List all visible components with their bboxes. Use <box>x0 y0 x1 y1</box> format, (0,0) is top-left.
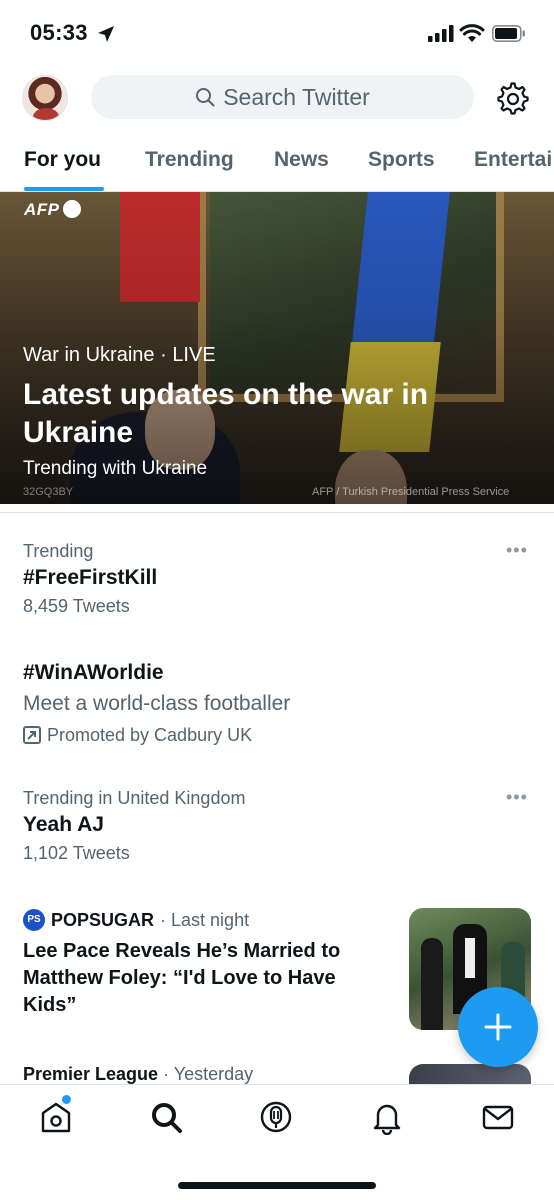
promoted-trend-item[interactable]: #WinAWorldie Meet a world-class football… <box>23 658 523 750</box>
search-placeholder: Search Twitter <box>223 83 370 110</box>
tab-news[interactable]: News <box>274 148 329 172</box>
trend-more-button[interactable]: ••• <box>506 787 528 808</box>
next-news-time: · Yesterday <box>163 1064 254 1084</box>
hero-photo-credit: AFP / Turkish Presidential Press Service <box>312 486 510 498</box>
status-time: 05:33 <box>30 20 88 45</box>
home-icon[interactable] <box>38 1099 74 1135</box>
notifications-bell-icon[interactable] <box>369 1099 405 1135</box>
home-notification-dot <box>62 1095 71 1104</box>
trend-name: Yeah AJ <box>23 813 104 836</box>
trend-count: 8,459 Tweets <box>23 596 130 616</box>
trend-more-button[interactable]: ••• <box>506 540 528 561</box>
news-time: · Last night <box>160 910 250 930</box>
battery-icon <box>492 25 525 42</box>
trend-item[interactable]: Trending #FreeFirstKill 8,459 Tweets <box>23 539 523 619</box>
spaces-icon[interactable] <box>258 1099 294 1135</box>
hero-live-label: LIVE <box>172 344 216 366</box>
explore-search-icon[interactable] <box>148 1099 184 1135</box>
wifi-icon <box>459 24 485 42</box>
bottom-tab-bar <box>0 1084 554 1200</box>
search-bar[interactable]: Search Twitter <box>91 75 474 119</box>
gear-icon[interactable] <box>496 82 530 116</box>
messages-mail-icon[interactable] <box>480 1099 516 1135</box>
top-header: Search Twitter <box>0 72 554 124</box>
tab-trending[interactable]: Trending <box>145 148 234 172</box>
trend-name: #WinAWorldie <box>23 661 164 684</box>
trend-name: #FreeFirstKill <box>23 566 158 589</box>
hero-event-card[interactable]: AFP War in Ukraine · LIVE Latest updates… <box>0 192 554 504</box>
news-title: Lee Pace Reveals He’s Married to Matthew… <box>23 940 341 1016</box>
next-news-thumbnail <box>409 1064 531 1084</box>
trend-item[interactable]: Trending in United Kingdom Yeah AJ 1,102… <box>23 786 523 866</box>
hero-photo-code: 32GQ3BY <box>23 486 74 498</box>
hero-kicker: War in Ukraine · LIVE <box>23 344 216 367</box>
location-arrow-icon <box>98 26 114 42</box>
trend-context: Trending <box>23 541 94 561</box>
next-news-peek[interactable]: Premier League · Yesterday <box>23 1064 253 1085</box>
news-item[interactable]: PS POPSUGAR · Last night Lee Pace Reveal… <box>23 906 393 1019</box>
avatar[interactable] <box>22 75 68 121</box>
source-logo: PS <box>23 909 45 931</box>
news-source: POPSUGAR <box>51 910 155 930</box>
trend-context: Trending in United Kingdom <box>23 788 246 808</box>
next-news-source: Premier League <box>23 1064 159 1084</box>
promoted-icon <box>23 726 41 744</box>
compose-plus-icon <box>484 1013 512 1041</box>
trend-description: Meet a world-class footballer <box>23 692 291 715</box>
tab-sports[interactable]: Sports <box>368 148 435 172</box>
hero-trending-with: Trending with Ukraine <box>23 458 208 479</box>
signal-icon <box>428 25 454 42</box>
explore-tabs: For you Trending News Sports Entertai <box>0 134 554 192</box>
status-bar: 05:33 <box>0 0 554 66</box>
compose-tweet-button[interactable] <box>458 987 538 1067</box>
search-icon <box>196 88 215 107</box>
tab-for-you[interactable]: For you <box>24 148 101 172</box>
hero-separator: · <box>160 344 167 366</box>
trend-count: 1,102 Tweets <box>23 843 130 863</box>
home-indicator <box>178 1182 376 1189</box>
promoted-label: Promoted by Cadbury UK <box>23 720 523 750</box>
section-divider <box>0 512 554 513</box>
tab-entertainment[interactable]: Entertai <box>474 148 552 172</box>
agency-logo: AFP <box>24 200 81 220</box>
hero-topic: War in Ukraine <box>23 344 155 366</box>
hero-headline: Latest updates on the war in Ukraine <box>23 378 429 449</box>
